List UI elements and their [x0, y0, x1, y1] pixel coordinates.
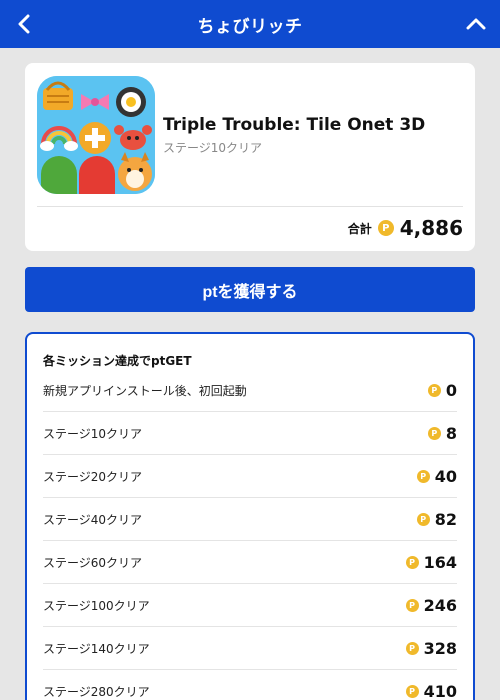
chevron-up-icon [466, 18, 486, 30]
point-coin-icon: P [416, 512, 430, 526]
point-coin-icon: P [405, 684, 419, 698]
mission-label: ステージ40クリア [43, 512, 143, 527]
mission-label: ステージ100クリア [43, 598, 150, 613]
mission-row: ステージ100クリア P 246 [43, 584, 457, 627]
page-title: ちょびリッチ [197, 16, 303, 37]
app-name: Triple Trouble: Tile Onet 3D [163, 115, 426, 135]
app-status: ステージ10クリア [163, 141, 263, 155]
mission-reward: P 246 [405, 595, 457, 615]
mission-panel: 各ミッション達成でptGET 新規アプリインストール後、初回起動 P 0 ステー… [25, 332, 475, 700]
mission-row: ステージ20クリア P 40 [43, 455, 457, 498]
mission-points: 410 [423, 681, 457, 700]
mission-reward: P 328 [405, 638, 457, 658]
app-icon [37, 76, 155, 194]
total-value: 4,886 [399, 216, 463, 240]
mission-reward: P 8 [427, 423, 457, 443]
total-label: 合計 [347, 221, 372, 236]
point-coin-icon: P [405, 641, 419, 655]
mission-row: 新規アプリインストール後、初回起動 P 0 [43, 369, 457, 412]
mission-label: ステージ10クリア [43, 426, 143, 441]
mission-label: ステージ140クリア [43, 641, 150, 656]
back-button[interactable] [10, 10, 38, 38]
point-coin-icon: P [405, 598, 419, 612]
mission-points: 164 [423, 552, 457, 572]
mission-reward: P 40 [416, 466, 457, 486]
mission-row: ステージ140クリア P 328 [43, 627, 457, 670]
mission-row: ステージ280クリア P 410 [43, 670, 457, 700]
mission-points: 8 [445, 423, 457, 443]
mission-reward: P 164 [405, 552, 457, 572]
app-card: Triple Trouble: Tile Onet 3D ステージ10クリア 合… [25, 63, 475, 251]
point-coin-icon: P [427, 426, 441, 440]
point-coin-icon: P [427, 383, 441, 397]
mission-reward: P 82 [416, 509, 457, 529]
header-bar: ちょびリッチ [0, 0, 500, 48]
mission-row: ステージ10クリア P 8 [43, 412, 457, 455]
mission-reward: P 0 [427, 380, 457, 400]
mission-points: 0 [445, 380, 457, 400]
collapse-button[interactable] [462, 10, 490, 38]
mission-points: 328 [423, 638, 457, 658]
mission-label: ステージ60クリア [43, 555, 143, 570]
mission-list: 新規アプリインストール後、初回起動 P 0 ステージ10クリア P 8 ステージ… [43, 369, 457, 700]
mission-row: ステージ60クリア P 164 [43, 541, 457, 584]
mission-points: 246 [423, 595, 457, 615]
mission-label: ステージ280クリア [43, 684, 150, 699]
mission-reward: P 410 [405, 681, 457, 700]
divider [37, 206, 463, 207]
mission-label: ステージ20クリア [43, 469, 143, 484]
mission-points: 82 [434, 509, 457, 529]
total-points: 合計 P 4,886 [348, 216, 463, 240]
mission-label: 新規アプリインストール後、初回起動 [43, 383, 247, 398]
point-coin-icon: P [416, 469, 430, 483]
point-coin-icon: P [405, 555, 419, 569]
get-points-button[interactable]: ptを獲得する [25, 267, 475, 312]
mission-points: 40 [434, 466, 457, 486]
chevron-left-icon [18, 14, 30, 34]
mission-row: ステージ40クリア P 82 [43, 498, 457, 541]
point-coin-icon: P [377, 220, 394, 236]
mission-title: 各ミッション達成でptGET [43, 354, 192, 368]
